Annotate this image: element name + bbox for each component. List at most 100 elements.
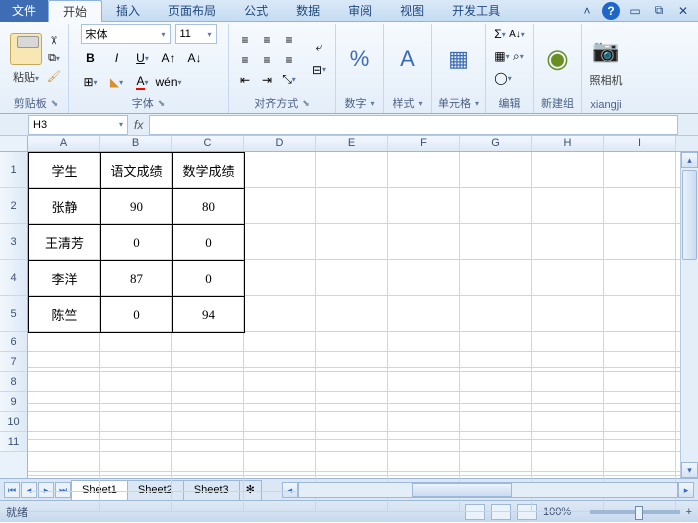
zoom-slider[interactable] <box>590 510 680 514</box>
row-5[interactable]: 5 <box>0 296 27 332</box>
col-I[interactable]: I <box>604 136 676 151</box>
format-painter-button[interactable]: 🖌 <box>46 69 62 85</box>
row-8[interactable]: 8 <box>0 372 27 392</box>
bold-button[interactable]: B <box>81 48 101 68</box>
tab-review[interactable]: 审阅 <box>334 0 386 22</box>
cell[interactable]: 87 <box>101 261 173 297</box>
increase-indent-button[interactable]: ⇥ <box>257 70 277 90</box>
clear-button[interactable]: ◯▾ <box>493 68 512 88</box>
col-E[interactable]: E <box>316 136 388 151</box>
tab-dev[interactable]: 开发工具 <box>438 0 514 22</box>
camera-icon[interactable]: 📷 <box>589 34 623 68</box>
col-F[interactable]: F <box>388 136 460 151</box>
col-A[interactable]: A <box>28 136 100 151</box>
cell[interactable]: 0 <box>173 261 245 297</box>
paste-icon[interactable] <box>10 33 42 65</box>
minimize-icon[interactable]: ▭ <box>626 2 644 20</box>
col-D[interactable]: D <box>244 136 316 151</box>
cell[interactable]: 陈竺 <box>29 297 101 333</box>
col-C[interactable]: C <box>172 136 244 151</box>
cell[interactable]: 0 <box>101 225 173 261</box>
align-right-button[interactable]: ≡ <box>279 50 299 70</box>
decrease-indent-button[interactable]: ⇤ <box>235 70 255 90</box>
row-10[interactable]: 10 <box>0 412 27 432</box>
ribbon-minimize-icon[interactable]: ˄ <box>578 2 596 20</box>
autosum-button[interactable]: Σ▾ A↓▾ <box>493 24 525 44</box>
col-G[interactable]: G <box>460 136 532 151</box>
tab-layout[interactable]: 页面布局 <box>154 0 230 22</box>
row-11[interactable]: 11 <box>0 432 27 452</box>
zoom-in-button[interactable]: + <box>686 506 692 518</box>
tab-formula[interactable]: 公式 <box>230 0 282 22</box>
cell[interactable]: 90 <box>101 189 173 225</box>
cell[interactable]: 0 <box>173 225 245 261</box>
newgroup-icon[interactable]: ◉ <box>541 42 575 76</box>
align-bottom-button[interactable]: ≡ <box>279 30 299 50</box>
font-name-combo[interactable]: 宋体▾ <box>81 24 171 44</box>
underline-button[interactable]: U▾ <box>133 48 153 68</box>
align-middle-button[interactable]: ≡ <box>257 30 277 50</box>
cell-grid[interactable]: 学生 语文成绩 数学成绩 张静9080 王清芳00 李洋870 陈竺094 <box>28 152 680 478</box>
tab-file[interactable]: 文件 <box>0 0 48 22</box>
cell[interactable]: 王清芳 <box>29 225 101 261</box>
row-2[interactable]: 2 <box>0 188 27 224</box>
align-left-button[interactable]: ≡ <box>235 50 255 70</box>
cell[interactable]: 94 <box>173 297 245 333</box>
first-sheet-button[interactable]: ⏮ <box>4 482 20 498</box>
tab-insert[interactable]: 插入 <box>102 0 154 22</box>
restore-icon[interactable]: ⧉ <box>650 2 668 20</box>
select-all-corner[interactable] <box>0 136 28 151</box>
cell[interactable]: 80 <box>173 189 245 225</box>
shrink-font-button[interactable]: A↓ <box>185 48 205 68</box>
paste-button[interactable]: 粘贴▾ <box>13 69 39 85</box>
row-7[interactable]: 7 <box>0 352 27 372</box>
horizontal-scrollbar[interactable]: ◂ ▸ <box>282 482 694 498</box>
grow-font-button[interactable]: A↑ <box>159 48 179 68</box>
cell[interactable]: 学生 <box>29 153 101 189</box>
font-color-button[interactable]: A▾ <box>133 72 153 92</box>
col-B[interactable]: B <box>100 136 172 151</box>
italic-button[interactable]: I <box>107 48 127 68</box>
scroll-up-icon[interactable]: ▴ <box>681 152 698 168</box>
font-size-combo[interactable]: 11▾ <box>175 24 217 44</box>
fx-icon[interactable]: fx <box>134 118 143 132</box>
cell[interactable]: 数学成绩 <box>173 153 245 189</box>
cell[interactable]: 0 <box>101 297 173 333</box>
cell[interactable]: 李洋 <box>29 261 101 297</box>
close-icon[interactable]: ✕ <box>674 2 692 20</box>
row-9[interactable]: 9 <box>0 392 27 412</box>
orientation-button[interactable]: ⤡▾ <box>279 70 299 90</box>
phonetic-button[interactable]: wén▾ <box>159 72 179 92</box>
cells-icon[interactable]: ▦ <box>442 42 476 76</box>
col-H[interactable]: H <box>532 136 604 151</box>
tab-data[interactable]: 数据 <box>282 0 334 22</box>
help-icon[interactable]: ? <box>602 2 620 20</box>
row-4[interactable]: 4 <box>0 260 27 296</box>
fill-button[interactable]: ▦▾ ⌕▾ <box>493 46 524 66</box>
tab-home[interactable]: 开始 <box>48 0 102 22</box>
row-3[interactable]: 3 <box>0 224 27 260</box>
row-6[interactable]: 6 <box>0 332 27 352</box>
hscroll-thumb[interactable] <box>412 483 512 497</box>
scroll-right-icon[interactable]: ▸ <box>678 482 694 498</box>
window-controls: ˄ ? ▭ ⧉ ✕ <box>578 2 698 20</box>
align-center-button[interactable]: ≡ <box>257 50 277 70</box>
name-box[interactable]: H3▾ <box>28 115 128 135</box>
formula-bar[interactable] <box>149 115 678 135</box>
cell[interactable]: 张静 <box>29 189 101 225</box>
vertical-scrollbar[interactable]: ▴ ▾ <box>680 152 698 478</box>
border-button[interactable]: ⊞▾ <box>81 72 101 92</box>
cut-button[interactable]: ✂ <box>46 33 62 49</box>
style-icon[interactable]: A <box>391 42 425 76</box>
cell[interactable]: 语文成绩 <box>101 153 173 189</box>
copy-button[interactable]: ⧉▾ <box>46 51 62 67</box>
number-format-icon[interactable]: % <box>343 42 377 76</box>
wrap-text-button[interactable]: ⤶ <box>309 38 329 58</box>
merge-button[interactable]: ⊟▾ <box>309 60 329 80</box>
fill-color-button[interactable]: ◣▾ <box>107 72 127 92</box>
vscroll-thumb[interactable] <box>682 170 697 260</box>
scroll-down-icon[interactable]: ▾ <box>681 462 698 478</box>
align-top-button[interactable]: ≡ <box>235 30 255 50</box>
row-1[interactable]: 1 <box>0 152 27 188</box>
tab-view[interactable]: 视图 <box>386 0 438 22</box>
